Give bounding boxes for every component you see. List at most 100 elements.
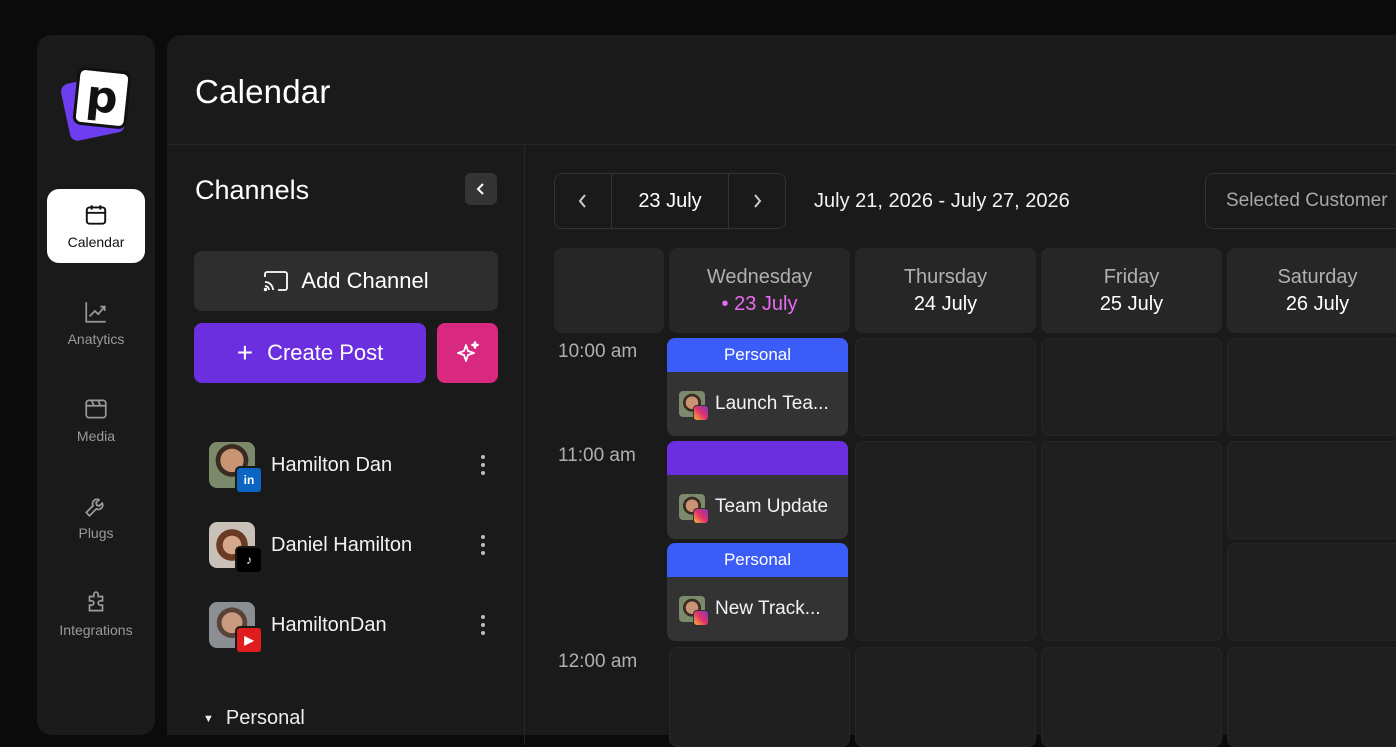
next-week-button[interactable] [729, 174, 785, 228]
week-range: July 21, 2026 - July 27, 2026 [814, 190, 1070, 212]
calendar-slot[interactable] [1227, 647, 1396, 747]
sparkles-icon [456, 341, 479, 362]
nav-item-calendar[interactable]: Calendar [47, 189, 145, 263]
avatar: in [209, 442, 263, 494]
create-post-button[interactable]: + Create Post [194, 323, 426, 383]
more-options-icon[interactable] [473, 455, 493, 475]
instagram-icon [693, 405, 709, 421]
post-preview[interactable]: Personal New Track... [667, 543, 848, 641]
add-channel-label: Add Channel [301, 268, 429, 293]
instagram-icon [693, 610, 709, 626]
day-header-wednesday: Wednesday • 23 July [669, 248, 850, 333]
chevron-right-icon [754, 194, 762, 208]
day-name: Wednesday [706, 265, 813, 288]
avatar [679, 494, 709, 524]
nav-item-label: Integrations [59, 622, 133, 638]
day-name: Thursday [903, 265, 988, 288]
channel-item[interactable]: ♪ Daniel Hamilton [209, 520, 499, 574]
post-title: New Track... [715, 598, 821, 619]
nav-item-analytics[interactable]: Anatytics [47, 286, 145, 360]
time-label: 12:00 am [558, 651, 638, 672]
nav-item-plugs[interactable]: Plugs [47, 480, 145, 554]
day-name: Saturday [1277, 265, 1358, 288]
caret-down-icon: ▼ [203, 712, 214, 725]
previous-week-button[interactable] [555, 174, 611, 228]
collapse-channels-button[interactable] [465, 173, 497, 205]
avatar [679, 596, 709, 626]
youtube-icon: ▶ [235, 626, 263, 654]
day-name: Friday [1103, 265, 1160, 288]
linkedin-icon: in [235, 466, 263, 494]
post-preview[interactable]: Personal Launch Tea... [667, 338, 848, 436]
calendar-slot[interactable] [855, 338, 1036, 436]
avatar: ♪ [209, 522, 263, 574]
cast-icon [264, 271, 289, 292]
chart-line-icon [85, 302, 106, 323]
day-header-saturday: Saturday 26 July [1227, 248, 1396, 333]
app-logo[interactable]: p [59, 65, 137, 145]
channel-name: Daniel Hamilton [271, 533, 413, 556]
media-icon [85, 399, 107, 419]
time-column-header [554, 248, 664, 333]
nav-rail: p Calendar Anatytics Media Plugs Integra… [37, 35, 155, 735]
post-title: Launch Tea... [715, 393, 829, 414]
more-options-icon[interactable] [473, 535, 493, 555]
day-date-today: • 23 July [721, 292, 798, 315]
avatar [679, 391, 709, 421]
calendar-slot[interactable] [1041, 441, 1222, 641]
avatar: ▶ [209, 602, 263, 654]
nav-item-label: Anatytics [67, 331, 125, 347]
calendar-slot[interactable] [669, 647, 850, 747]
channel-name: Hamilton Dan [271, 453, 393, 476]
calendar-slot[interactable] [1227, 543, 1396, 641]
plus-icon: + [236, 337, 254, 368]
chevron-left-icon [476, 183, 484, 195]
add-channel-button[interactable]: Add Channel [194, 251, 498, 311]
channel-item[interactable]: in Hamilton Dan [209, 440, 499, 494]
post-tag: Personal [667, 338, 848, 372]
post-tag [667, 441, 848, 475]
calendar-icon [85, 205, 107, 225]
channel-name: HamiltonDan [271, 613, 387, 636]
day-header-friday: Friday 25 July [1041, 248, 1222, 333]
calendar-slot[interactable] [1227, 338, 1396, 436]
today-dot-icon: • [721, 292, 729, 315]
day-header-thursday: Thursday 24 July [855, 248, 1036, 333]
calendar-slot[interactable] [1227, 441, 1396, 539]
date-navigator: 23 July [554, 173, 786, 229]
group-label: Personal [225, 707, 305, 729]
instagram-icon [693, 508, 709, 524]
day-date: 25 July [1099, 292, 1164, 315]
group-toggle-personal[interactable]: ▼ Personal [203, 707, 305, 730]
page-title: Calendar [195, 73, 331, 110]
logo-letter: p [72, 66, 132, 130]
channel-item[interactable]: ▶ HamiltonDan [209, 600, 499, 654]
current-date[interactable]: 23 July [611, 174, 729, 228]
post-tag: Personal [667, 543, 848, 577]
tiktok-icon: ♪ [235, 546, 263, 574]
nav-item-label: Plugs [78, 525, 114, 541]
channels-title: Channels [195, 175, 310, 205]
main-panel: Calendar Channels Add Channel + Create P… [167, 35, 1396, 747]
time-label: 11:00 am [558, 445, 636, 466]
more-options-icon[interactable] [473, 615, 493, 635]
ai-generate-button[interactable] [437, 323, 498, 383]
day-date: 26 July [1285, 292, 1350, 315]
customer-select[interactable]: Selected Customer [1205, 173, 1396, 229]
calendar-slot[interactable] [855, 441, 1036, 641]
wrench-icon [85, 498, 104, 517]
nav-item-label: Calendar [67, 234, 125, 250]
chevron-left-icon [578, 194, 586, 208]
time-label: 10:00 am [558, 341, 638, 362]
channels-divider [524, 145, 525, 745]
calendar-slot[interactable] [1041, 647, 1222, 747]
puzzle-icon [88, 591, 104, 612]
nav-item-label: Media [76, 428, 116, 444]
calendar-slot[interactable] [1041, 338, 1222, 436]
calendar-slot[interactable] [855, 647, 1036, 747]
nav-item-integrations[interactable]: Integrations [47, 577, 145, 651]
post-preview[interactable]: Team Update [667, 441, 848, 539]
nav-item-media[interactable]: Media [47, 383, 145, 457]
day-date: 24 July [913, 292, 978, 315]
post-title: Team Update [715, 496, 829, 517]
